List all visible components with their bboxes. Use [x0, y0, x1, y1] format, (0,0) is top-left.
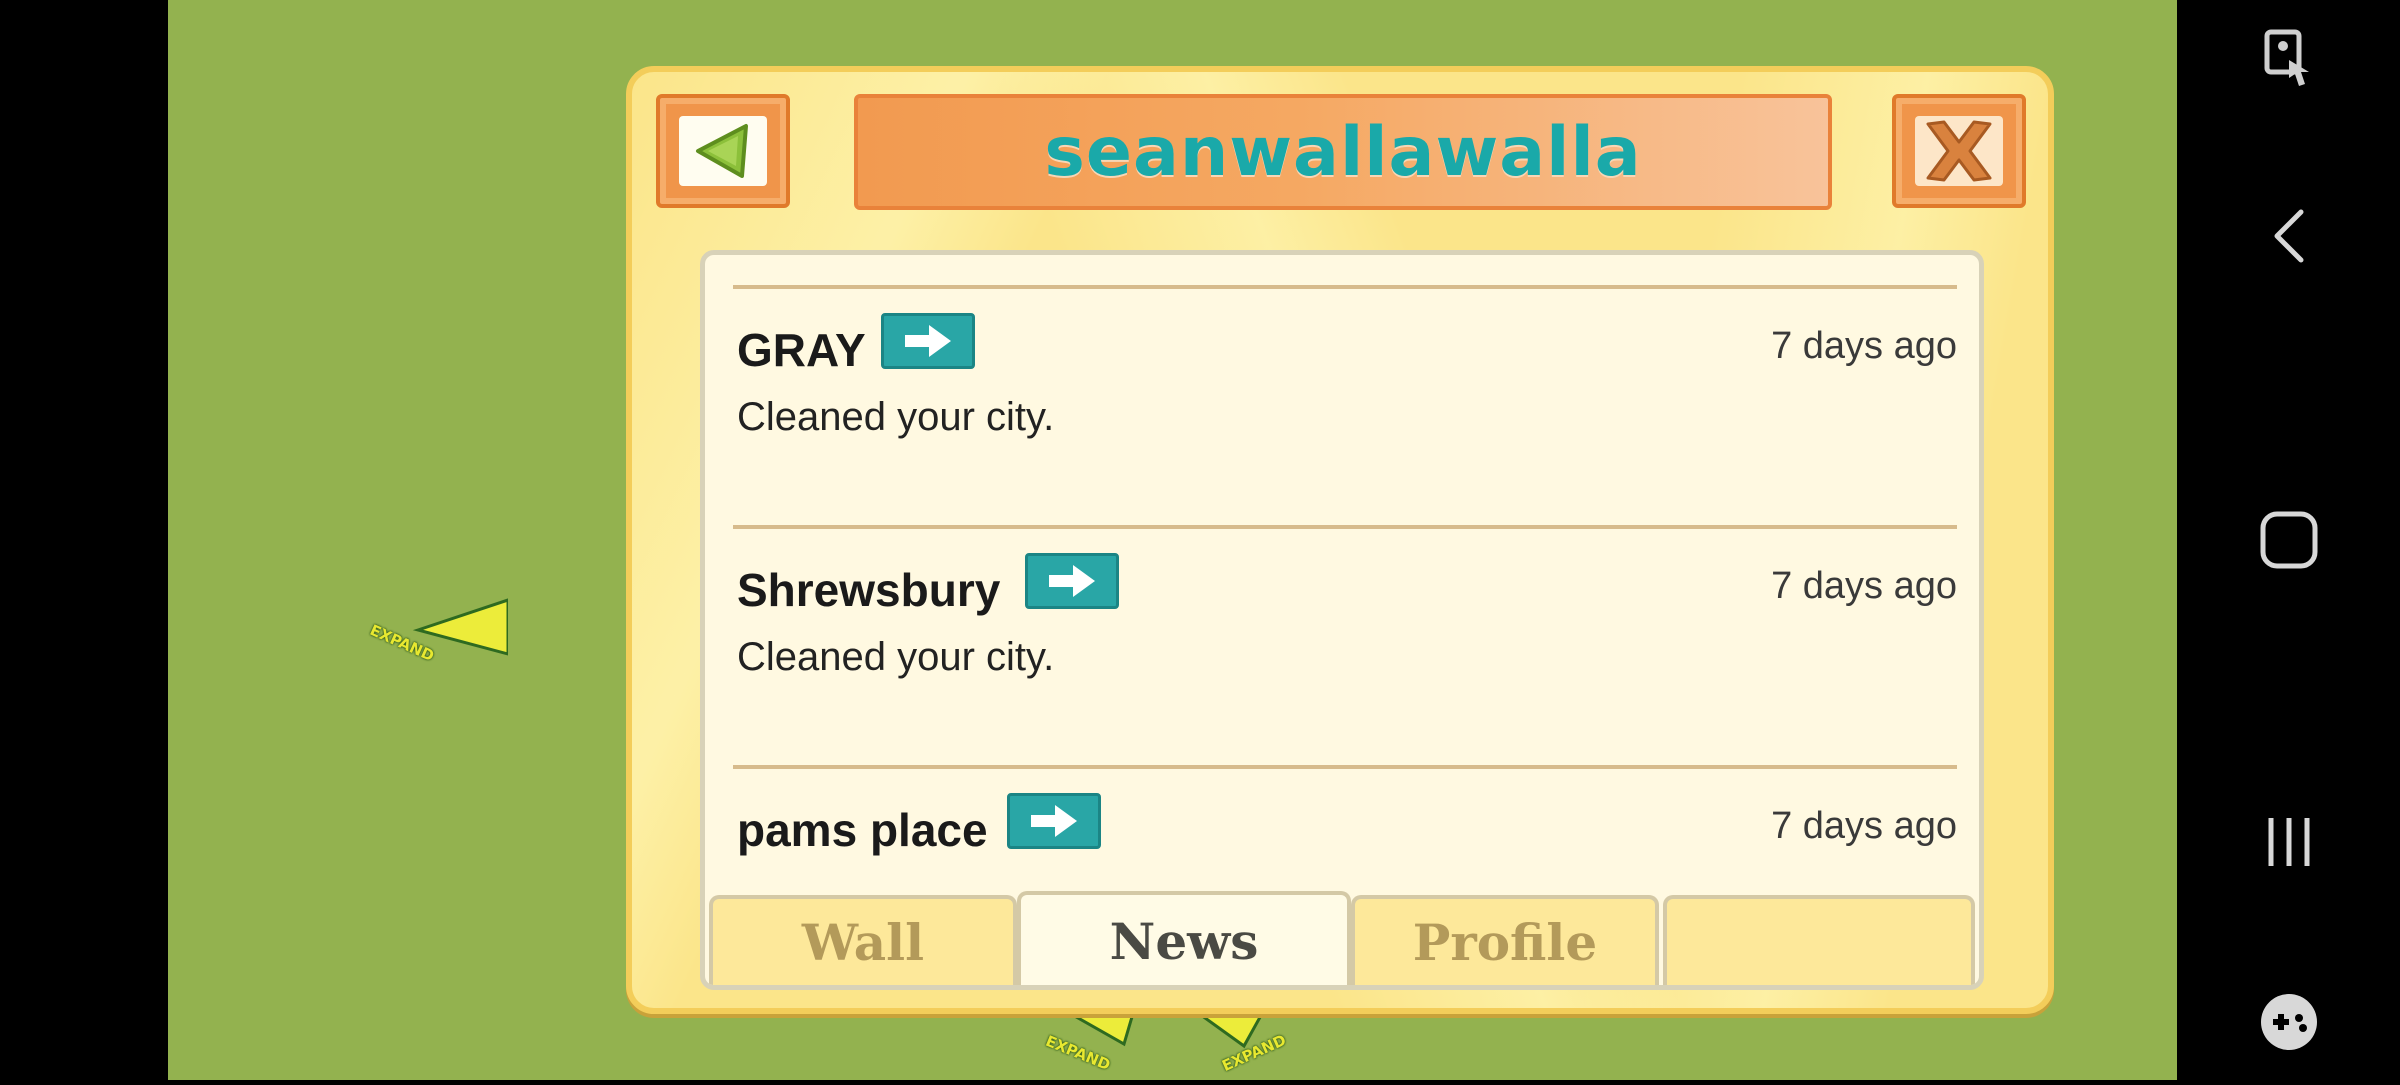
- news-message: Cleaned your city.: [737, 395, 1055, 439]
- page-title: seanwallawalla: [1044, 112, 1642, 192]
- tab-wall[interactable]: Wall: [709, 895, 1017, 985]
- home-nav-button[interactable]: [2178, 508, 2400, 572]
- news-feed[interactable]: GRAY 7 days ago Cleaned your city. Shrew…: [705, 255, 1979, 895]
- tab-bar: Wall News Profile: [705, 891, 1979, 985]
- arrow-right-icon: [1031, 805, 1077, 837]
- screen: EXPAND EXPAND EXPAND EXPAND: [0, 0, 2400, 1080]
- list-item: Shrewsbury 7 days ago Cleaned your city.: [733, 525, 1957, 765]
- x-icon: [1926, 120, 1992, 182]
- game-controller-icon: [2261, 994, 2317, 1050]
- list-item: pams place 7 days ago: [733, 765, 1957, 895]
- accessibility-button[interactable]: [2178, 26, 2400, 92]
- accessibility-touch-icon: [2264, 29, 2309, 86]
- title-bar: seanwallawalla: [854, 94, 1832, 210]
- close-button-face: [1915, 116, 2003, 186]
- tab-news[interactable]: News: [1017, 891, 1351, 985]
- game-tools-button[interactable]: [2178, 990, 2400, 1054]
- android-nav-bar: [2178, 0, 2400, 1080]
- divider: [733, 765, 1957, 769]
- visit-city-button[interactable]: [1007, 793, 1101, 849]
- home-square-icon: [2260, 511, 2318, 569]
- visit-city-button[interactable]: [1025, 553, 1119, 609]
- city-name: GRAY: [737, 324, 866, 376]
- back-nav-button[interactable]: [2178, 206, 2400, 266]
- tab-profile[interactable]: Profile: [1351, 895, 1659, 985]
- city-name: Shrewsbury: [737, 564, 1001, 616]
- news-panel: GRAY 7 days ago Cleaned your city. Shrew…: [700, 250, 1984, 990]
- expand-arrow-left[interactable]: EXPAND: [367, 596, 510, 676]
- timestamp: 7 days ago: [1771, 805, 1957, 847]
- arrow-right-icon: [1049, 565, 1095, 597]
- tab-empty[interactable]: [1663, 895, 1975, 985]
- visit-city-button[interactable]: [881, 313, 975, 369]
- back-button[interactable]: [656, 94, 790, 208]
- back-button-face: [679, 116, 767, 186]
- timestamp: 7 days ago: [1771, 325, 1957, 367]
- divider: [733, 285, 1957, 289]
- profile-dialog: seanwallawalla GRAY 7 days ago Cleaned y…: [626, 66, 2054, 1014]
- divider: [733, 525, 1957, 529]
- timestamp: 7 days ago: [1771, 565, 1957, 607]
- game-background: EXPAND EXPAND EXPAND EXPAND: [168, 0, 2177, 1080]
- list-item: GRAY 7 days ago Cleaned your city.: [733, 285, 1957, 525]
- triangle-left-icon: [696, 124, 748, 178]
- arrow-right-icon: [905, 325, 951, 357]
- close-button[interactable]: [1892, 94, 2026, 208]
- news-message: Cleaned your city.: [737, 635, 1055, 679]
- recents-nav-button[interactable]: [2178, 812, 2400, 872]
- recents-icon: [2268, 818, 2310, 866]
- city-name: pams place: [737, 804, 988, 856]
- back-chevron-icon: [2274, 209, 2304, 263]
